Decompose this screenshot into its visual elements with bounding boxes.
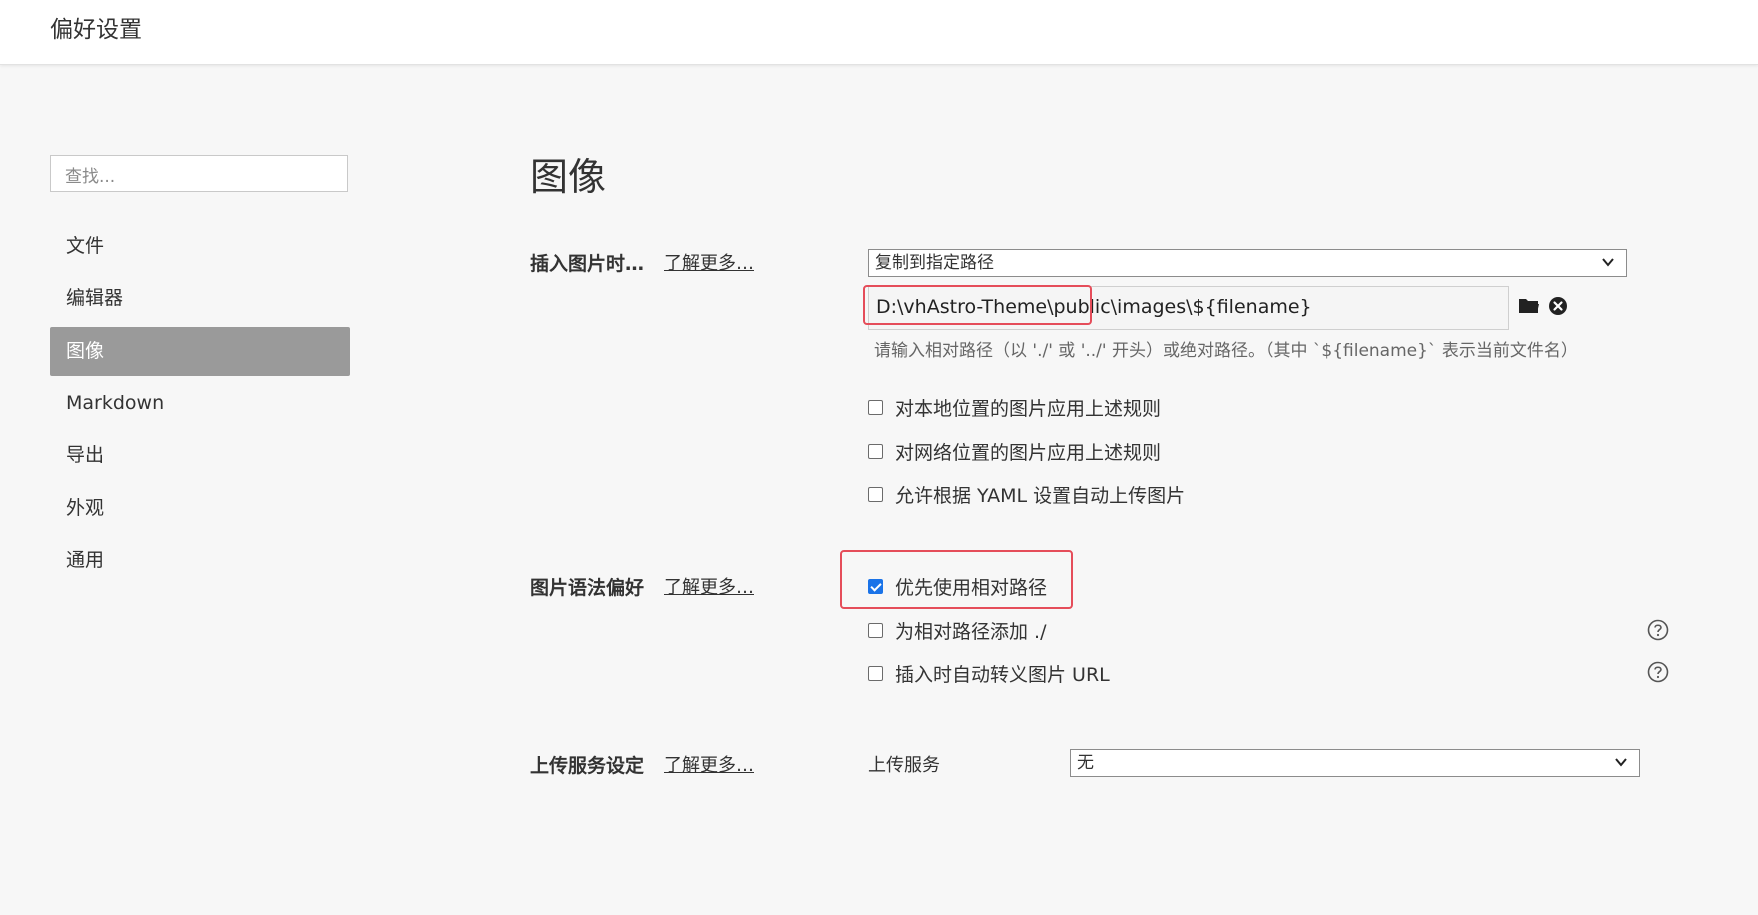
path-hint-text: 请输入相对路径（以 './' 或 '../' 开头）或绝对路径。（其中 `${f… — [874, 341, 1578, 361]
upload-service-select[interactable]: 无 — [1070, 749, 1640, 777]
option-apply-network[interactable]: 对网络位置的图片应用上述规则 — [868, 436, 1161, 466]
sidebar-item-export[interactable]: 导出 — [50, 431, 350, 480]
search-input[interactable]: 查找... — [50, 155, 348, 192]
option-yaml-upload[interactable]: 允许根据 YAML 设置自动上传图片 — [868, 479, 1185, 509]
option-prefer-relative[interactable]: 优先使用相对路径 — [868, 571, 1047, 601]
option-escape-url[interactable]: 插入时自动转义图片 URL — [868, 658, 1110, 688]
option-label: 对网络位置的图片应用上述规则 — [895, 441, 1162, 464]
chevron-down-icon — [1602, 258, 1614, 267]
checkbox[interactable] — [868, 443, 883, 459]
syntax-pref-label: 图片语法偏好 — [530, 577, 645, 599]
sidebar-item-general[interactable]: 通用 — [50, 536, 350, 585]
checkbox-checked[interactable] — [868, 578, 883, 594]
clear-circle-icon[interactable] — [1548, 296, 1568, 316]
checkbox[interactable] — [868, 665, 883, 681]
checkbox[interactable] — [868, 399, 883, 415]
sidebar-item-file[interactable]: 文件 — [50, 222, 350, 271]
sidebar-item-markdown[interactable]: Markdown — [50, 379, 350, 428]
insert-action-value: 复制到指定路径 — [875, 253, 994, 273]
window-title: 偏好设置 — [50, 17, 142, 43]
sidebar-item-image[interactable]: 图像 — [50, 327, 350, 376]
option-label: 为相对路径添加 ./ — [895, 620, 1047, 643]
sidebar-item-appearance[interactable]: 外观 — [50, 484, 350, 533]
upload-service-label: 上传服务 — [868, 755, 940, 776]
option-add-dot-slash[interactable]: 为相对路径添加 ./ — [868, 615, 1046, 645]
help-circle-icon[interactable] — [1647, 619, 1669, 641]
upload-learn-more-link[interactable]: 了解更多… — [664, 751, 754, 777]
title-bar: 偏好设置 — [0, 0, 1758, 65]
option-label: 插入时自动转义图片 URL — [895, 663, 1110, 686]
help-circle-icon[interactable] — [1647, 661, 1669, 683]
upload-service-value: 无 — [1077, 753, 1094, 773]
option-label: 允许根据 YAML 设置自动上传图片 — [895, 484, 1186, 507]
checkbox[interactable] — [868, 486, 883, 502]
page-title: 图像 — [530, 155, 607, 199]
option-label: 对本地位置的图片应用上述规则 — [895, 397, 1162, 420]
sidebar-item-editor[interactable]: 编辑器 — [50, 274, 350, 323]
path-highlight-annotation — [863, 285, 1092, 325]
option-label: 优先使用相对路径 — [895, 576, 1048, 599]
insert-image-label: 插入图片时… — [530, 253, 645, 275]
insert-learn-more-link[interactable]: 了解更多… — [664, 249, 754, 275]
upload-service-setting-label: 上传服务设定 — [530, 755, 645, 777]
chevron-down-icon — [1615, 758, 1627, 767]
folder-icon[interactable] — [1518, 297, 1540, 315]
option-apply-local[interactable]: 对本地位置的图片应用上述规则 — [868, 392, 1161, 422]
insert-action-select[interactable]: 复制到指定路径 — [868, 249, 1627, 277]
syntax-learn-more-link[interactable]: 了解更多… — [664, 573, 754, 599]
checkbox[interactable] — [868, 622, 883, 638]
